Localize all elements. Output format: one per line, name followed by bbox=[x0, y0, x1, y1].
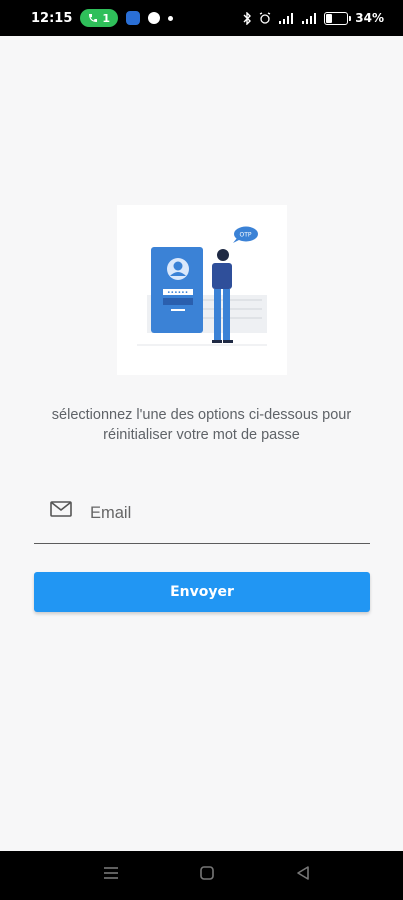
speech-bubble-text: OTP bbox=[240, 232, 252, 239]
messenger-icon bbox=[148, 12, 161, 24]
status-time: 12:15 bbox=[31, 10, 73, 26]
notif-count: 1 bbox=[102, 11, 111, 25]
send-button[interactable]: Envoyer bbox=[34, 572, 370, 612]
more-notifications-icon bbox=[168, 15, 174, 21]
email-input[interactable] bbox=[88, 497, 362, 529]
bluetooth-icon bbox=[243, 11, 252, 25]
signal-icon bbox=[279, 12, 294, 24]
illustration-art: •••••• OTP bbox=[137, 226, 267, 346]
email-field[interactable] bbox=[34, 487, 370, 544]
status-bar: 12:15 1 34% bbox=[0, 0, 403, 36]
password-mask: •••••• bbox=[167, 290, 188, 297]
alarm-icon bbox=[259, 12, 271, 24]
call-pill[interactable]: 1 bbox=[80, 9, 119, 27]
navigation-bar bbox=[0, 851, 403, 900]
home-icon[interactable] bbox=[199, 865, 215, 881]
signal-2-icon bbox=[302, 12, 317, 24]
battery-level bbox=[326, 13, 333, 23]
phone-icon bbox=[89, 14, 98, 22]
back-icon[interactable] bbox=[295, 865, 311, 881]
app-notification-icon bbox=[126, 11, 141, 25]
mail-icon bbox=[50, 501, 72, 517]
battery-icon bbox=[324, 11, 352, 25]
reset-password-illustration: •••••• OTP bbox=[117, 205, 287, 375]
battery-percent: 34% bbox=[355, 11, 384, 25]
instruction-text: sélectionnez l'une des options ci-dessou… bbox=[51, 407, 352, 443]
recent-apps-icon[interactable] bbox=[103, 865, 119, 881]
